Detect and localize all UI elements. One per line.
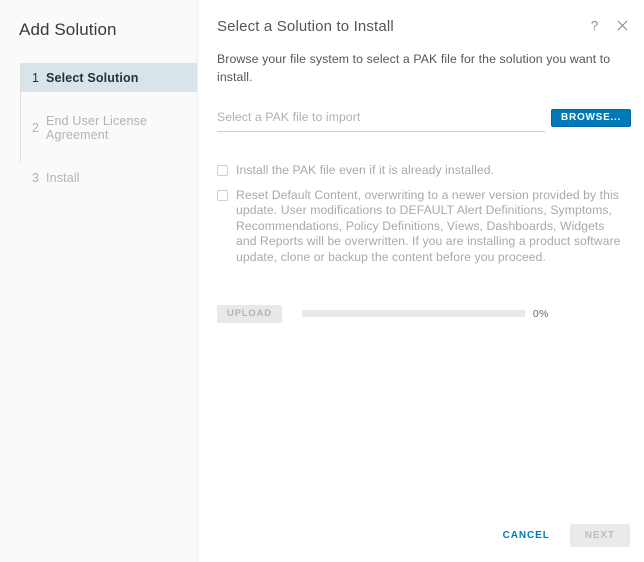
option-force-install[interactable]: Install the PAK file even if it is alrea… xyxy=(217,163,625,179)
step-number: 3 xyxy=(32,170,40,185)
header-actions: ? xyxy=(587,17,630,33)
upload-button[interactable]: UPLOAD xyxy=(217,304,282,323)
sidebar-step-eula[interactable]: 2 End User License Agreement xyxy=(21,113,197,142)
upload-progress-bar xyxy=(301,310,525,318)
wizard-title: Add Solution xyxy=(19,20,117,39)
question-mark-icon[interactable]: ? xyxy=(587,18,602,33)
close-icon[interactable] xyxy=(615,18,630,33)
step-label: Install xyxy=(46,170,80,185)
wizard-sidebar: Add Solution 1 Select Solution 2 End Use… xyxy=(0,0,198,562)
wizard-content-panel: Select a Solution to Install ? Browse yo… xyxy=(198,0,644,562)
step-label: Select Solution xyxy=(46,70,139,85)
step-label: End User License Agreement xyxy=(46,113,148,142)
steps-rail xyxy=(20,63,21,163)
page-title: Select a Solution to Install xyxy=(217,18,394,35)
file-picker-row: BROWSE... xyxy=(198,86,644,132)
wizard-steps: 1 Select Solution 2 End User License Agr… xyxy=(0,63,197,192)
panel-description: Browse your file system to select a PAK … xyxy=(217,52,611,84)
sidebar-step-select-solution[interactable]: 1 Select Solution xyxy=(21,63,197,92)
add-solution-wizard: Add Solution 1 Select Solution 2 End Use… xyxy=(0,0,644,562)
upload-progress-label: 0% xyxy=(532,307,549,320)
step-number: 1 xyxy=(32,70,40,85)
browse-button[interactable]: BROWSE... xyxy=(551,109,632,127)
step-number: 2 xyxy=(32,120,40,135)
checkbox-reset-default-content[interactable] xyxy=(217,189,228,201)
upload-row: UPLOAD 0% xyxy=(198,275,644,323)
file-input-wrapper xyxy=(217,108,545,132)
option-label: Install the PAK file even if it is alrea… xyxy=(236,163,495,177)
install-options: Install the PAK file even if it is alrea… xyxy=(198,132,644,266)
checkbox-force-install[interactable] xyxy=(217,165,228,176)
next-button[interactable]: NEXT xyxy=(569,524,630,547)
sidebar-step-install[interactable]: 3 Install xyxy=(21,163,197,192)
option-label: Reset Default Content, overwriting to a … xyxy=(236,187,621,264)
option-reset-default-content[interactable]: Reset Default Content, overwriting to a … xyxy=(217,188,625,266)
wizard-footer: CANCEL NEXT xyxy=(198,508,644,562)
panel-header: Select a Solution to Install ? xyxy=(198,0,644,37)
cancel-button[interactable]: CANCEL xyxy=(494,524,559,547)
pak-file-input[interactable] xyxy=(217,110,545,124)
